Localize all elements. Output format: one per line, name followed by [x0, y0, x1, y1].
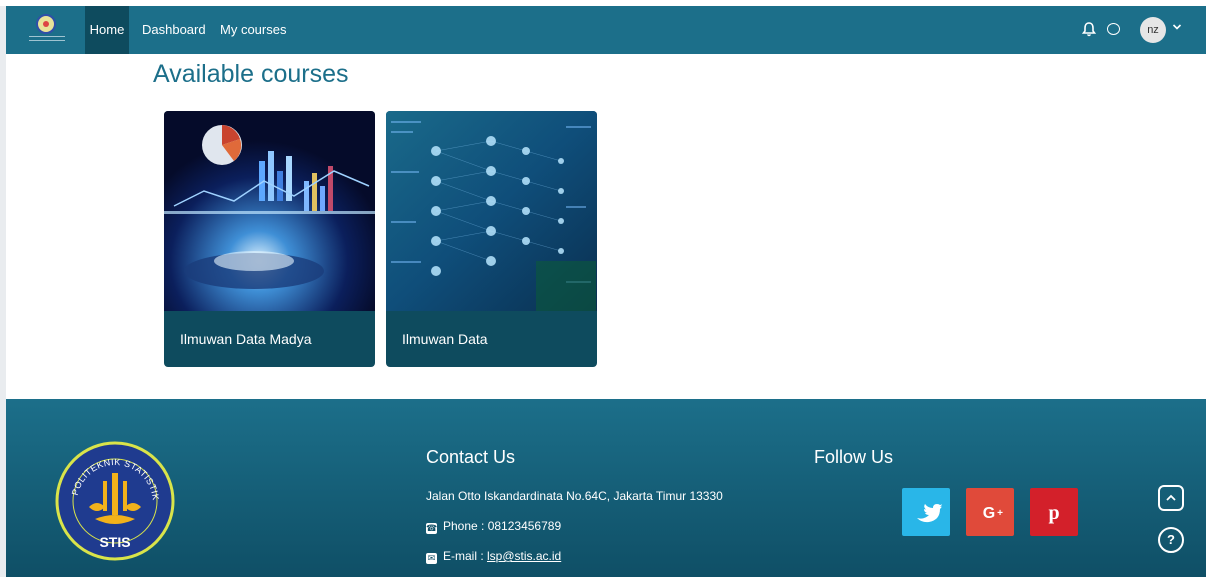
- site-footer: POLITEKNIK STATISTIKA STIS Contact Us Ja…: [6, 399, 1206, 577]
- course-title[interactable]: Ilmuwan Data Madya: [180, 331, 312, 347]
- logo-short-text: STIS: [99, 534, 130, 550]
- email-link[interactable]: lsp@stis.ac.id: [487, 549, 561, 563]
- phone-text: Phone : 08123456789: [443, 519, 562, 533]
- main-content: Available courses Ilmuwan Data Madya Ilm…: [6, 54, 1206, 399]
- contact-phone: ☎ Phone : 08123456789: [426, 519, 561, 534]
- chat-icon[interactable]: [1104, 20, 1122, 38]
- chevron-down-icon[interactable]: [1170, 20, 1184, 38]
- twitter-icon[interactable]: [902, 488, 950, 536]
- nav-my-courses[interactable]: My courses: [214, 6, 292, 54]
- help-button[interactable]: ?: [1158, 527, 1184, 553]
- course-image[interactable]: [386, 111, 597, 311]
- bell-icon[interactable]: [1080, 20, 1098, 38]
- contact-email: ✉ E-mail : lsp@stis.ac.id: [426, 549, 561, 564]
- nav-dashboard[interactable]: Dashboard: [136, 6, 212, 54]
- follow-heading: Follow Us: [814, 447, 894, 467]
- email-label: E-mail :: [443, 549, 488, 563]
- site-logo-caption: [29, 36, 65, 41]
- google-plus-icon[interactable]: G +: [966, 488, 1014, 536]
- page-title: Available courses: [153, 60, 349, 88]
- nav-home[interactable]: Home: [85, 6, 129, 54]
- scroll-to-top-button[interactable]: [1158, 485, 1184, 511]
- envelope-icon: ✉: [426, 553, 437, 564]
- avatar[interactable]: nz: [1140, 17, 1166, 43]
- top-navbar: Home Dashboard My courses nz: [6, 6, 1206, 54]
- course-title[interactable]: Ilmuwan Data: [402, 331, 488, 347]
- svg-text:p: p: [1048, 502, 1059, 524]
- course-card[interactable]: Ilmuwan Data: [386, 111, 597, 367]
- stis-logo: POLITEKNIK STATISTIKA STIS: [52, 433, 175, 561]
- course-card[interactable]: Ilmuwan Data Madya: [164, 111, 375, 367]
- course-image[interactable]: [164, 111, 375, 311]
- contact-address: Jalan Otto Iskandardinata No.64C, Jakart…: [426, 489, 723, 503]
- site-logo[interactable]: [36, 14, 56, 34]
- pinterest-icon[interactable]: p: [1030, 488, 1078, 536]
- svg-text:+: +: [997, 508, 1003, 519]
- svg-text:G: G: [983, 505, 995, 522]
- contact-heading: Contact Us: [426, 447, 516, 467]
- phone-icon: ☎: [426, 523, 438, 534]
